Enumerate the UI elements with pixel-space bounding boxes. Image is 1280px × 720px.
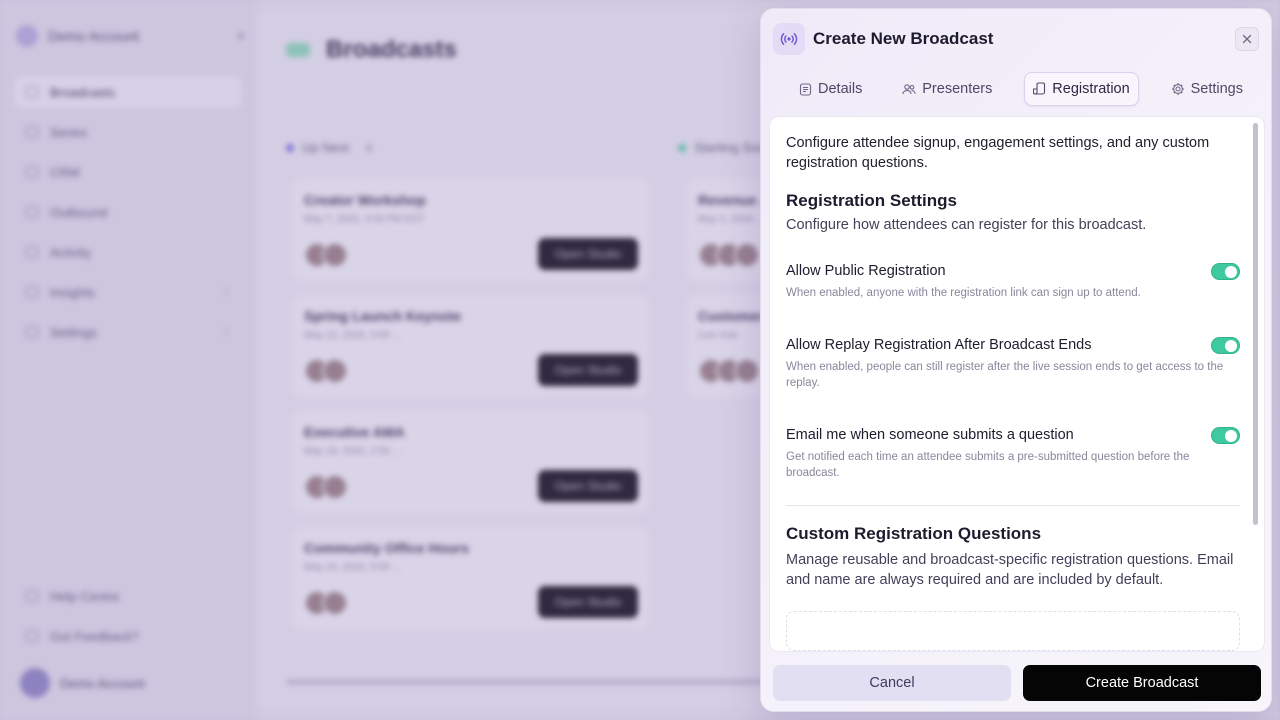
setting-help: When enabled, people can still register …	[786, 361, 1224, 389]
registration-settings-title: Registration Settings	[786, 191, 957, 210]
custom-questions-list	[786, 611, 1240, 651]
modal-title: Create New Broadcast	[813, 29, 994, 48]
close-icon	[1242, 34, 1252, 44]
presenters-icon	[902, 83, 916, 94]
create-broadcast-button[interactable]: Create Broadcast	[1023, 665, 1261, 701]
custom-questions-description: Manage reusable and broadcast-specific r…	[786, 552, 1234, 588]
create-broadcast-modal: Create New Broadcast Details Presenters	[760, 8, 1272, 712]
close-button[interactable]	[1235, 27, 1259, 51]
registration-panel[interactable]: Configure attendee signup, engagement se…	[769, 116, 1265, 652]
registration-settings-description: Configure how attendees can register for…	[786, 217, 1147, 233]
broadcast-icon	[773, 23, 805, 55]
settings-icon	[1171, 83, 1184, 95]
cancel-button[interactable]: Cancel	[773, 665, 1011, 701]
setting-label: Allow Public Registration	[786, 263, 946, 279]
registration-content: Configure attendee signup, engagement se…	[786, 133, 1240, 590]
modal-footer: Cancel Create Broadcast	[773, 665, 1261, 701]
tab-details[interactable]: Details	[791, 72, 870, 106]
setting-label: Allow Replay Registration After Broadcas…	[786, 337, 1092, 353]
custom-questions-title: Custom Registration Questions	[786, 524, 1042, 543]
public-registration-toggle[interactable]	[1211, 263, 1240, 280]
email-question-toggle[interactable]	[1211, 427, 1240, 444]
modal-tabs: Details Presenters Registration Settings	[769, 72, 1263, 106]
replay-registration-toggle[interactable]	[1211, 337, 1240, 354]
intro-text: Configure attendee signup, engagement se…	[786, 135, 1210, 171]
setting-replay-registration: Allow Replay Registration After Broadcas…	[786, 337, 1240, 391]
details-icon	[799, 82, 812, 96]
setting-email-question: Email me when someone submits a question…	[786, 427, 1240, 481]
tab-presenters[interactable]: Presenters	[894, 72, 1000, 106]
registration-icon	[1033, 82, 1046, 95]
tab-registration[interactable]: Registration	[1024, 72, 1139, 106]
section-divider	[786, 505, 1240, 506]
setting-help: Get notified each time an attendee submi…	[786, 451, 1190, 479]
setting-public-registration: Allow Public Registration When enabled, …	[786, 263, 1240, 301]
tab-settings[interactable]: Settings	[1163, 72, 1251, 106]
setting-help: When enabled, anyone with the registrati…	[786, 287, 1141, 299]
panel-scrollbar[interactable]	[1253, 123, 1258, 525]
modal-header: Create New Broadcast	[773, 23, 1259, 55]
setting-label: Email me when someone submits a question	[786, 427, 1074, 443]
